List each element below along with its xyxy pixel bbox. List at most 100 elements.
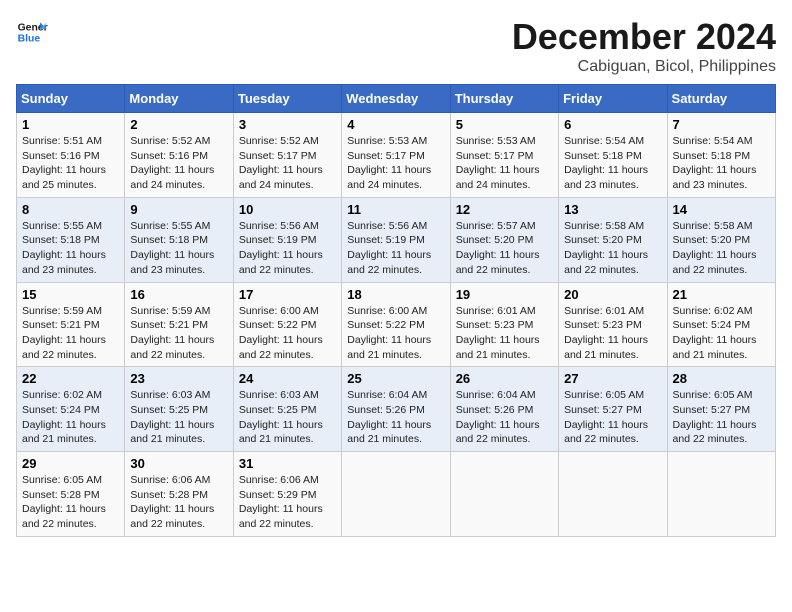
day-info: Sunrise: 5:53 AM Sunset: 5:17 PM Dayligh… <box>347 134 444 193</box>
day-number: 10 <box>239 202 336 217</box>
day-number: 22 <box>22 371 119 386</box>
day-number: 11 <box>347 202 444 217</box>
day-info: Sunrise: 6:03 AM Sunset: 5:25 PM Dayligh… <box>130 388 227 447</box>
day-number: 4 <box>347 117 444 132</box>
day-info: Sunrise: 5:58 AM Sunset: 5:20 PM Dayligh… <box>564 219 661 278</box>
table-row: 22 Sunrise: 6:02 AM Sunset: 5:24 PM Dayli… <box>17 367 125 452</box>
day-info: Sunrise: 5:56 AM Sunset: 5:19 PM Dayligh… <box>239 219 336 278</box>
day-info: Sunrise: 6:04 AM Sunset: 5:26 PM Dayligh… <box>456 388 553 447</box>
day-info: Sunrise: 6:00 AM Sunset: 5:22 PM Dayligh… <box>347 304 444 363</box>
calendar-table: SundayMondayTuesdayWednesdayThursdayFrid… <box>16 84 776 537</box>
day-info: Sunrise: 5:53 AM Sunset: 5:17 PM Dayligh… <box>456 134 553 193</box>
calendar-header-row: SundayMondayTuesdayWednesdayThursdayFrid… <box>17 85 776 113</box>
day-info: Sunrise: 6:05 AM Sunset: 5:28 PM Dayligh… <box>22 473 119 532</box>
table-row: 27Sunrise: 6:05 AM Sunset: 5:27 PM Dayli… <box>559 367 667 452</box>
day-number: 21 <box>673 287 770 302</box>
table-row <box>559 452 667 537</box>
day-number: 15 <box>22 287 119 302</box>
day-info: Sunrise: 6:02 AM Sunset: 5:24 PM Dayligh… <box>22 388 119 447</box>
day-number: 25 <box>347 371 444 386</box>
table-row: 5 Sunrise: 5:53 AM Sunset: 5:17 PM Daylig… <box>450 113 558 198</box>
calendar-week-2: 8Sunrise: 5:55 AM Sunset: 5:18 PM Daylig… <box>17 197 776 282</box>
day-info: Sunrise: 6:00 AM Sunset: 5:22 PM Dayligh… <box>239 304 336 363</box>
table-row: 3Sunrise: 5:52 AM Sunset: 5:17 PM Daylig… <box>233 113 341 198</box>
table-row: 17 Sunrise: 6:00 AM Sunset: 5:22 PM Dayli… <box>233 282 341 367</box>
table-row <box>450 452 558 537</box>
title-area: December 2024 Cabiguan, Bicol, Philippin… <box>512 16 776 76</box>
calendar-week-3: 15 Sunrise: 5:59 AM Sunset: 5:21 PM Dayli… <box>17 282 776 367</box>
day-info: Sunrise: 6:06 AM Sunset: 5:28 PM Dayligh… <box>130 473 227 532</box>
day-info: Sunrise: 5:59 AM Sunset: 5:21 PM Dayligh… <box>22 304 119 363</box>
day-info: Sunrise: 5:54 AM Sunset: 5:18 PM Dayligh… <box>673 134 770 193</box>
table-row: 14Sunrise: 5:58 AM Sunset: 5:20 PM Dayli… <box>667 197 775 282</box>
day-number: 17 <box>239 287 336 302</box>
table-row: 13 Sunrise: 5:58 AM Sunset: 5:20 PM Dayli… <box>559 197 667 282</box>
calendar-week-1: 1Sunrise: 5:51 AM Sunset: 5:16 PM Daylig… <box>17 113 776 198</box>
day-info: Sunrise: 6:03 AM Sunset: 5:25 PM Dayligh… <box>239 388 336 447</box>
table-row: 20 Sunrise: 6:01 AM Sunset: 5:23 PM Dayli… <box>559 282 667 367</box>
page-header: General Blue December 2024 Cabiguan, Bic… <box>16 16 776 76</box>
day-info: Sunrise: 6:02 AM Sunset: 5:24 PM Dayligh… <box>673 304 770 363</box>
calendar-week-5: 29Sunrise: 6:05 AM Sunset: 5:28 PM Dayli… <box>17 452 776 537</box>
day-info: Sunrise: 5:55 AM Sunset: 5:18 PM Dayligh… <box>130 219 227 278</box>
day-info: Sunrise: 5:57 AM Sunset: 5:20 PM Dayligh… <box>456 219 553 278</box>
day-number: 26 <box>456 371 553 386</box>
table-row: 25 Sunrise: 6:04 AM Sunset: 5:26 PM Dayli… <box>342 367 450 452</box>
day-info: Sunrise: 5:56 AM Sunset: 5:19 PM Dayligh… <box>347 219 444 278</box>
table-row: 4 Sunrise: 5:53 AM Sunset: 5:17 PM Daylig… <box>342 113 450 198</box>
table-row: 2 Sunrise: 5:52 AM Sunset: 5:16 PM Daylig… <box>125 113 233 198</box>
table-row: 7 Sunrise: 5:54 AM Sunset: 5:18 PM Daylig… <box>667 113 775 198</box>
day-info: Sunrise: 5:59 AM Sunset: 5:21 PM Dayligh… <box>130 304 227 363</box>
day-number: 2 <box>130 117 227 132</box>
header-friday: Friday <box>559 85 667 113</box>
day-number: 24 <box>239 371 336 386</box>
table-row: 8Sunrise: 5:55 AM Sunset: 5:18 PM Daylig… <box>17 197 125 282</box>
day-number: 6 <box>564 117 661 132</box>
day-number: 28 <box>673 371 770 386</box>
table-row: 11 Sunrise: 5:56 AM Sunset: 5:19 PM Dayli… <box>342 197 450 282</box>
day-number: 13 <box>564 202 661 217</box>
day-info: Sunrise: 6:06 AM Sunset: 5:29 PM Dayligh… <box>239 473 336 532</box>
header-tuesday: Tuesday <box>233 85 341 113</box>
day-number: 20 <box>564 287 661 302</box>
table-row: 21 Sunrise: 6:02 AM Sunset: 5:24 PM Dayli… <box>667 282 775 367</box>
day-number: 30 <box>130 456 227 471</box>
header-wednesday: Wednesday <box>342 85 450 113</box>
table-row <box>342 452 450 537</box>
day-number: 18 <box>347 287 444 302</box>
table-row: 24 Sunrise: 6:03 AM Sunset: 5:25 PM Dayli… <box>233 367 341 452</box>
day-number: 5 <box>456 117 553 132</box>
table-row: 31 Sunrise: 6:06 AM Sunset: 5:29 PM Dayli… <box>233 452 341 537</box>
page-subtitle: Cabiguan, Bicol, Philippines <box>512 58 776 76</box>
table-row: 1Sunrise: 5:51 AM Sunset: 5:16 PM Daylig… <box>17 113 125 198</box>
page-title: December 2024 <box>512 16 776 58</box>
table-row: 15 Sunrise: 5:59 AM Sunset: 5:21 PM Dayli… <box>17 282 125 367</box>
day-info: Sunrise: 5:58 AM Sunset: 5:20 PM Dayligh… <box>673 219 770 278</box>
table-row: 28 Sunrise: 6:05 AM Sunset: 5:27 PM Dayli… <box>667 367 775 452</box>
table-row: 12 Sunrise: 5:57 AM Sunset: 5:20 PM Dayli… <box>450 197 558 282</box>
day-info: Sunrise: 5:55 AM Sunset: 5:18 PM Dayligh… <box>22 219 119 278</box>
day-info: Sunrise: 6:01 AM Sunset: 5:23 PM Dayligh… <box>564 304 661 363</box>
table-row: 10 Sunrise: 5:56 AM Sunset: 5:19 PM Dayli… <box>233 197 341 282</box>
table-row: 23 Sunrise: 6:03 AM Sunset: 5:25 PM Dayli… <box>125 367 233 452</box>
svg-text:Blue: Blue <box>18 34 41 45</box>
table-row: 19Sunrise: 6:01 AM Sunset: 5:23 PM Dayli… <box>450 282 558 367</box>
logo: General Blue <box>16 16 48 48</box>
day-number: 3 <box>239 117 336 132</box>
day-info: Sunrise: 5:52 AM Sunset: 5:16 PM Dayligh… <box>130 134 227 193</box>
day-info: Sunrise: 5:54 AM Sunset: 5:18 PM Dayligh… <box>564 134 661 193</box>
day-number: 27 <box>564 371 661 386</box>
day-info: Sunrise: 6:05 AM Sunset: 5:27 PM Dayligh… <box>673 388 770 447</box>
day-number: 31 <box>239 456 336 471</box>
day-number: 12 <box>456 202 553 217</box>
table-row <box>667 452 775 537</box>
table-row: 16 Sunrise: 5:59 AM Sunset: 5:21 PM Dayli… <box>125 282 233 367</box>
day-number: 16 <box>130 287 227 302</box>
logo-icon: General Blue <box>16 16 48 48</box>
header-thursday: Thursday <box>450 85 558 113</box>
table-row: 29Sunrise: 6:05 AM Sunset: 5:28 PM Dayli… <box>17 452 125 537</box>
day-number: 23 <box>130 371 227 386</box>
day-number: 19 <box>456 287 553 302</box>
day-info: Sunrise: 6:04 AM Sunset: 5:26 PM Dayligh… <box>347 388 444 447</box>
day-number: 7 <box>673 117 770 132</box>
